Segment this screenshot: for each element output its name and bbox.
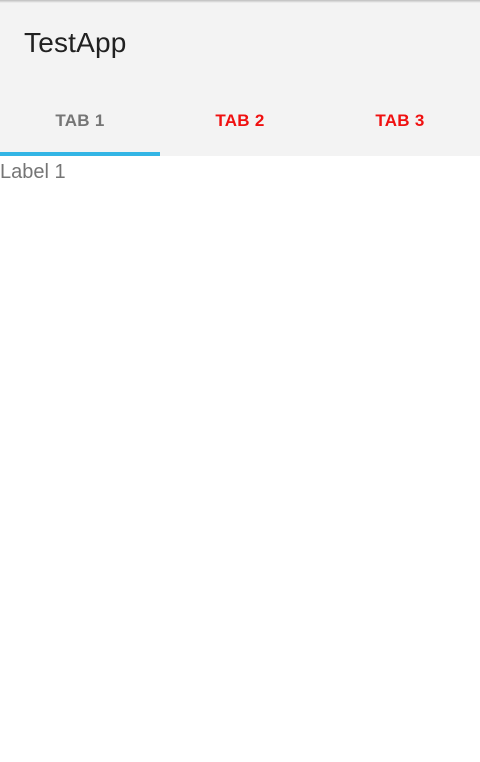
tab-content: Label 1	[0, 156, 480, 762]
app-title: TestApp	[24, 27, 127, 58]
tab-1[interactable]: TAB 1	[0, 86, 160, 156]
tab-2[interactable]: TAB 2	[160, 86, 320, 156]
tab-2-label: TAB 2	[215, 110, 265, 130]
app-bar: TestApp	[0, 0, 480, 86]
tab-1-label: TAB 1	[55, 110, 105, 130]
content-label: Label 1	[0, 161, 66, 183]
tab-3-label: TAB 3	[375, 110, 425, 130]
tab-3[interactable]: TAB 3	[320, 86, 480, 156]
tab-bar: TAB 1 TAB 2 TAB 3	[0, 86, 480, 156]
status-bar-shadow	[0, 0, 480, 3]
